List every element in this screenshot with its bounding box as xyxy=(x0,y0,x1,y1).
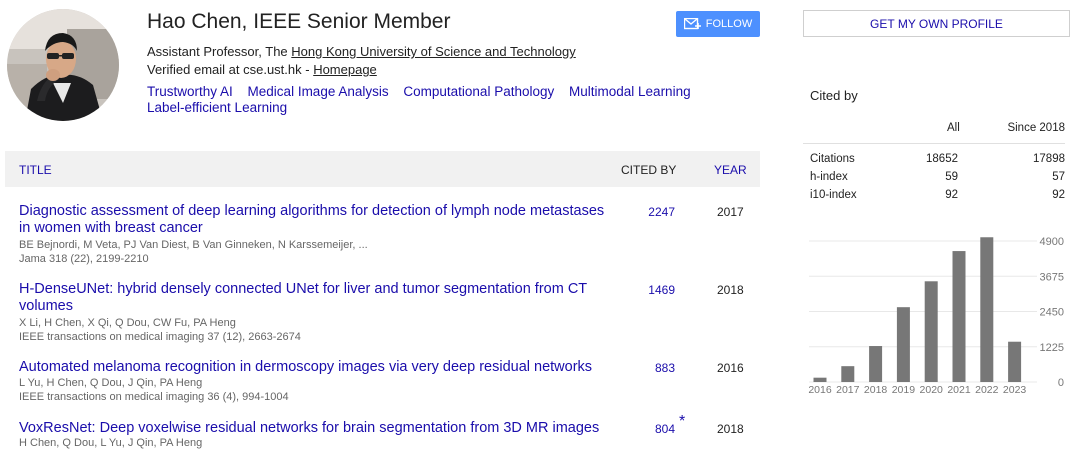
bar-2022[interactable] xyxy=(980,237,994,382)
interest-link[interactable]: Label-efficient Learning xyxy=(147,100,287,115)
research-interests: Trustworthy AI Medical Image Analysis Co… xyxy=(147,84,707,116)
article-title-link[interactable]: Diagnostic assessment of deep learning a… xyxy=(19,203,614,237)
metric-since: 57 xyxy=(1052,171,1065,183)
y-tick-label: 0 xyxy=(1058,377,1064,389)
bar-2020[interactable] xyxy=(924,281,938,382)
interest-link[interactable]: Trustworthy AI xyxy=(147,84,233,99)
article-title-link[interactable]: Automated melanoma recognition in dermos… xyxy=(19,359,614,376)
bar-2016[interactable] xyxy=(813,377,827,382)
avatar xyxy=(7,9,119,121)
y-tick-label: 2450 xyxy=(1040,307,1064,319)
bar-2021[interactable] xyxy=(952,251,966,382)
article-venue: Jama 318 (22), 2199-2210 xyxy=(19,253,149,265)
interest-link[interactable]: Computational Pathology xyxy=(403,84,554,99)
article-title-link[interactable]: H-DenseUNet: hybrid densely connected UN… xyxy=(19,281,614,315)
mail-icon xyxy=(683,18,701,30)
cited-by-link[interactable]: 2247 xyxy=(645,205,675,219)
y-tick-label: 1225 xyxy=(1040,342,1064,354)
metric-row: Citations 18652 17898 xyxy=(810,153,1065,169)
metric-since: 92 xyxy=(1052,189,1065,201)
x-tick-label: 2022 xyxy=(975,384,999,396)
article-year: 2018 xyxy=(717,422,744,436)
article-authors: H Chen, Q Dou, L Yu, J Qin, PA Heng xyxy=(19,437,203,449)
bar-2019[interactable] xyxy=(896,307,910,382)
affiliation-prefix: Assistant Professor, The xyxy=(147,44,292,59)
homepage-link[interactable]: Homepage xyxy=(313,62,377,77)
x-tick-label: 2017 xyxy=(836,384,860,396)
x-tick-label: 2021 xyxy=(947,384,971,396)
column-all: All xyxy=(947,122,960,134)
metric-row: i10-index 92 92 xyxy=(810,189,1065,205)
follow-button[interactable]: FOLLOW xyxy=(676,11,760,37)
star-marker: * xyxy=(679,413,686,430)
x-tick-label: 2016 xyxy=(808,384,832,396)
email-text: Verified email at cse.ust.hk - xyxy=(147,62,314,77)
affiliation: Assistant Professor, The Hong Kong Unive… xyxy=(147,44,576,59)
metric-all: 18652 xyxy=(926,153,958,165)
article-venue: IEEE transactions on medical imaging 37 … xyxy=(19,331,301,343)
article-year: 2016 xyxy=(717,361,744,375)
y-tick-label: 4900 xyxy=(1040,236,1064,248)
table-header: TITLE CITED BY YEAR xyxy=(5,151,760,187)
metric-since: 17898 xyxy=(1033,153,1065,165)
cited-by-link[interactable]: 804 xyxy=(645,422,675,436)
interest-link[interactable]: Multimodal Learning xyxy=(569,84,691,99)
cited-by-link[interactable]: 883 xyxy=(645,361,675,375)
x-tick-label: 2019 xyxy=(892,384,916,396)
article-authors: X Li, H Chen, X Qi, Q Dou, CW Fu, PA Hen… xyxy=(19,317,236,329)
sort-by-year[interactable]: YEAR xyxy=(714,163,747,177)
cited-by-link[interactable]: 1469 xyxy=(645,283,675,297)
sort-by-cited[interactable]: CITED BY xyxy=(621,163,676,177)
bar-2023[interactable] xyxy=(1008,341,1022,382)
metric-label-link[interactable]: h-index xyxy=(810,171,848,183)
x-tick-label: 2023 xyxy=(1003,384,1027,396)
metric-all: 92 xyxy=(945,189,958,201)
cited-by-heading: Cited by xyxy=(810,88,858,103)
article-year: 2017 xyxy=(717,205,744,219)
y-tick-label: 3675 xyxy=(1040,271,1064,283)
metric-row: h-index 59 57 xyxy=(810,171,1065,187)
x-tick-label: 2020 xyxy=(920,384,944,396)
article-venue: IEEE transactions on medical imaging 36 … xyxy=(19,391,289,403)
follow-label: FOLLOW xyxy=(705,18,753,30)
article-title-link[interactable]: VoxResNet: Deep voxelwise residual netwo… xyxy=(19,420,614,437)
profile-name: Hao Chen, IEEE Senior Member xyxy=(147,10,451,33)
article-authors: BE Bejnordi, M Veta, PJ Van Diest, B Van… xyxy=(19,239,368,251)
verified-email: Verified email at cse.ust.hk - Homepage xyxy=(147,62,377,77)
citations-per-year-chart: 490036752450122502016 2017 2018 2019 2020 202… xyxy=(808,236,1064,396)
x-tick-label: 2018 xyxy=(864,384,888,396)
article-year: 2018 xyxy=(717,283,744,297)
interest-link[interactable]: Medical Image Analysis xyxy=(248,84,389,99)
metric-label-link[interactable]: Citations xyxy=(810,153,855,165)
metric-label-link[interactable]: i10-index xyxy=(810,189,857,201)
bar-2018[interactable] xyxy=(869,346,883,382)
sort-by-title[interactable]: TITLE xyxy=(19,163,52,177)
article-authors: L Yu, H Chen, Q Dou, J Qin, PA Heng xyxy=(19,377,203,389)
bar-2017[interactable] xyxy=(841,366,855,382)
get-my-own-profile-button[interactable]: GET MY OWN PROFILE xyxy=(803,10,1070,37)
affiliation-link[interactable]: Hong Kong University of Science and Tech… xyxy=(291,44,576,59)
divider xyxy=(803,143,1065,144)
metric-all: 59 xyxy=(945,171,958,183)
column-since-2018: Since 2018 xyxy=(1007,122,1065,134)
